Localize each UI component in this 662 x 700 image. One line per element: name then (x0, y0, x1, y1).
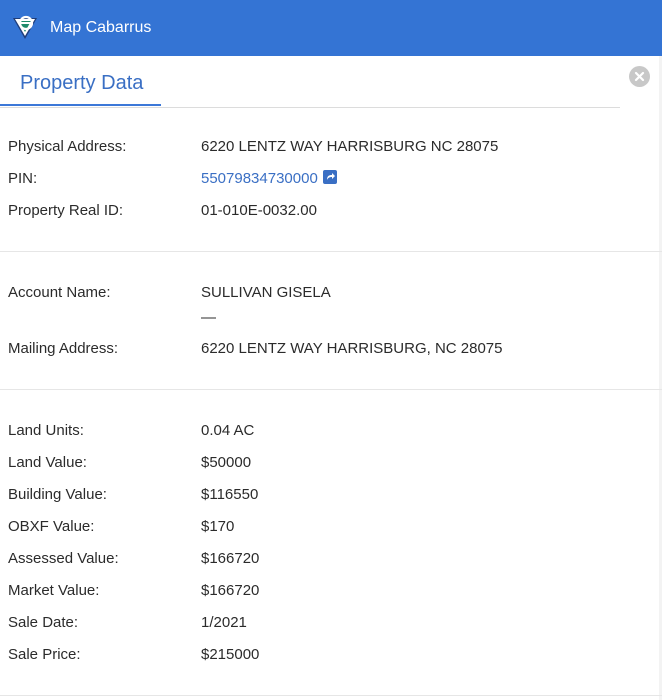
mailing-address-value: 6220 LENTZ WAY HARRISBURG, NC 28075 (201, 340, 503, 357)
app-header: Map Cabarrus (0, 0, 662, 56)
sale-price-value: $215000 (201, 646, 260, 663)
section-divider (0, 695, 662, 696)
land-value-value: $50000 (201, 454, 252, 471)
sale-date-label: Sale Date: (8, 614, 79, 631)
pin-link[interactable]: 55079834730000 (201, 170, 318, 187)
tab-property-data[interactable]: Property Data (0, 56, 161, 106)
account-name-secondary: — (201, 309, 216, 326)
building-value-value: $116550 (201, 486, 259, 503)
land-value-label: Land Value: (8, 454, 87, 471)
land-units-label: Land Units: (8, 422, 84, 439)
market-value-label: Market Value: (8, 582, 100, 599)
sale-price-label: Sale Price: (8, 646, 81, 663)
close-button[interactable] (629, 66, 650, 87)
real-id-value: 01-010E-0032.00 (201, 202, 317, 219)
section-divider (0, 389, 662, 390)
sale-date-value: 1/2021 (201, 614, 247, 631)
pin-label: PIN: (8, 170, 38, 187)
app-title: Map Cabarrus (50, 19, 152, 36)
physical-address-label: Physical Address: (8, 138, 127, 155)
assessed-value-value: $166720 (201, 550, 260, 567)
tab-bar: Property Data (0, 56, 620, 108)
obxf-value-label: OBXF Value: (8, 518, 95, 535)
external-link-icon[interactable] (322, 170, 337, 184)
account-name-value: SULLIVAN GISELA (201, 284, 331, 301)
land-units-value: 0.04 AC (201, 422, 255, 439)
obxf-value-value: $170 (201, 518, 235, 535)
mailing-address-label: Mailing Address: (8, 340, 119, 357)
real-id-label: Property Real ID: (8, 202, 124, 219)
section-divider (0, 251, 662, 252)
physical-address-value: 6220 LENTZ WAY HARRISBURG NC 28075 (201, 138, 499, 155)
account-name-label: Account Name: (8, 284, 111, 301)
assessed-value-label: Assessed Value: (8, 550, 119, 567)
market-value-value: $166720 (201, 582, 260, 599)
tab-label: Property Data (20, 72, 144, 94)
map-cabarrus-logo-icon (11, 13, 39, 41)
building-value-label: Building Value: (8, 486, 107, 503)
pin-value-wrap: 55079834730000 (201, 169, 337, 189)
close-icon (634, 71, 645, 82)
